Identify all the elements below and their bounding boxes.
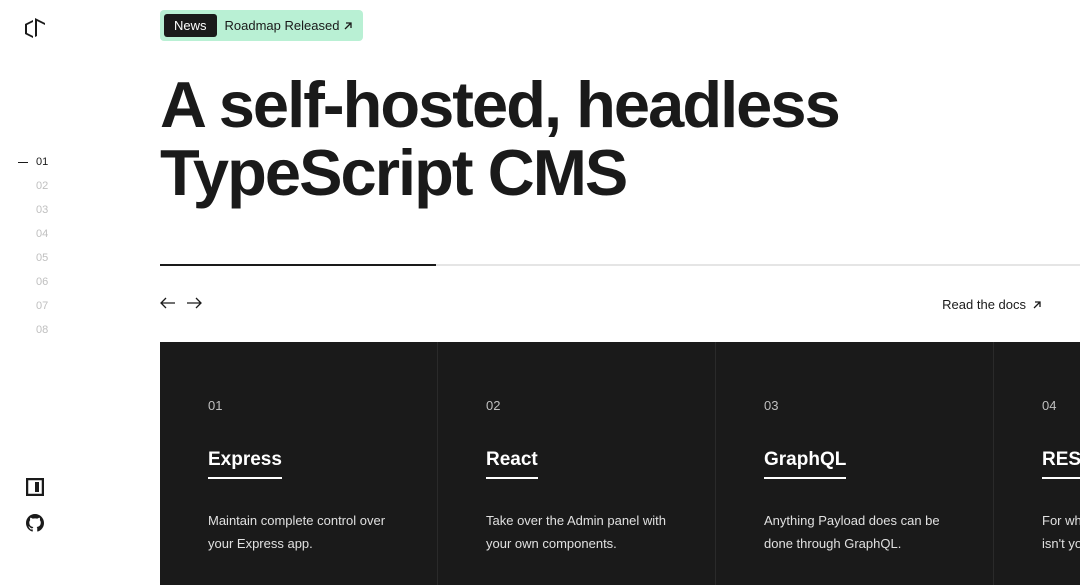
page-indicators: 01 02 03 04 05 06 07 08 <box>18 156 48 336</box>
page-indicator-03[interactable]: 03 <box>18 204 48 216</box>
page-indicator-06[interactable]: 06 <box>18 276 48 288</box>
arrow-up-right-icon <box>343 21 353 31</box>
progress-track <box>160 264 1080 266</box>
page-indicator-05[interactable]: 05 <box>18 252 48 264</box>
logo[interactable] <box>25 18 45 45</box>
hero-title: A self-hosted, headless TypeScript CMS <box>160 71 1080 208</box>
prev-arrow[interactable] <box>160 296 176 314</box>
news-badge[interactable]: News Roadmap Released <box>160 10 363 41</box>
feature-cards: 01 Express Maintain complete control ove… <box>160 342 1080 585</box>
card-react[interactable]: 02 React Take over the Admin panel with … <box>438 342 716 585</box>
page-indicator-07[interactable]: 07 <box>18 300 48 312</box>
card-rest[interactable]: 04 REST For when GraphQL isn't your thin… <box>994 342 1080 585</box>
next-arrow[interactable] <box>186 296 202 314</box>
page-indicator-02[interactable]: 02 <box>18 180 48 192</box>
page-indicator-08[interactable]: 08 <box>18 324 48 336</box>
npm-icon[interactable] <box>26 478 44 496</box>
docs-link[interactable]: Read the docs <box>942 297 1042 312</box>
github-icon[interactable] <box>26 514 44 532</box>
card-express[interactable]: 01 Express Maintain complete control ove… <box>160 342 438 585</box>
card-graphql[interactable]: 03 GraphQL Anything Payload does can be … <box>716 342 994 585</box>
news-text: Roadmap Released <box>225 18 354 33</box>
page-indicator-01[interactable]: 01 <box>18 156 48 168</box>
news-pill: News <box>164 14 217 37</box>
progress-bar <box>160 264 436 266</box>
page-indicator-04[interactable]: 04 <box>18 228 48 240</box>
arrow-up-right-icon <box>1032 300 1042 310</box>
